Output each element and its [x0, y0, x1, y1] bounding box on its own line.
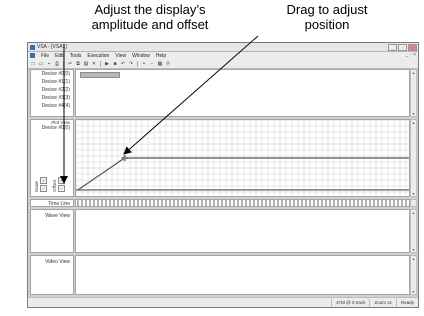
app-icon [30, 44, 35, 50]
timeline-scrollbar[interactable] [410, 199, 417, 207]
toolbar-separator [100, 60, 101, 67]
scroll-up-icon[interactable]: ▴ [411, 256, 416, 261]
window-controls: _ ▫ × [388, 44, 417, 51]
device-item[interactable]: Device #3(3) [31, 94, 73, 102]
device-item[interactable]: Device #0(0) [31, 70, 73, 78]
menu-window[interactable]: Window [132, 53, 150, 59]
redo-icon[interactable]: ↷ [128, 61, 134, 67]
timeline-panel: Time Line [30, 199, 74, 207]
plot-svg[interactable] [75, 119, 413, 196]
scale-label: Scale [34, 180, 39, 192]
status-state: Ready [395, 298, 418, 307]
scale-down-button[interactable]: − [40, 185, 47, 192]
close-icon[interactable]: × [408, 44, 417, 51]
toolbar: □ ▭ ▪ ⎙ ✂ ⧉ ▤ ✕ ▶ ■ ↶ ↷ + − ▦ ⚲ [28, 59, 418, 69]
menu-execution[interactable]: Execution [87, 53, 109, 59]
menu-bar: File Edit Tools Execution View Window He… [28, 52, 418, 59]
scroll-up-icon[interactable]: ▴ [411, 210, 416, 215]
plot-view-device: Device #0(0) [41, 125, 70, 131]
ruler-svg [77, 200, 411, 206]
menu-file[interactable]: File [41, 53, 49, 59]
scale-up-button[interactable]: + [40, 177, 47, 184]
plot-view-panel: Plot View Device #0(0) Scale + − Offset … [30, 119, 74, 197]
maximize-icon[interactable]: ▫ [398, 44, 407, 51]
save-icon[interactable]: ▪ [46, 61, 52, 67]
device-scrollbar[interactable]: ▴ ▾ [410, 69, 417, 117]
wave-view-canvas[interactable] [75, 209, 410, 253]
delete-icon[interactable]: ✕ [91, 61, 97, 67]
new-icon[interactable]: □ [30, 61, 36, 67]
plot-scrollbar[interactable]: ▴ ▾ [410, 119, 417, 197]
minimize-icon[interactable]: _ [388, 44, 397, 51]
zoom-in-icon[interactable]: + [141, 61, 147, 67]
cut-icon[interactable]: ✂ [67, 61, 73, 67]
scroll-down-icon[interactable]: ▾ [411, 289, 416, 294]
video-scrollbar[interactable]: ▴ ▾ [410, 255, 417, 295]
zoom-out-icon[interactable]: − [149, 61, 155, 67]
offset-label: Offset [52, 180, 57, 192]
app-window: VSA - [VSA1] _ ▫ × File Edit Tools Execu… [27, 42, 419, 308]
open-icon[interactable]: ▭ [38, 61, 44, 67]
offset-down-button[interactable]: − [58, 185, 65, 192]
scroll-down-icon[interactable]: ▾ [411, 191, 416, 196]
device-item[interactable]: Device #2(2) [31, 86, 73, 94]
scale-control: Scale + − [34, 177, 47, 192]
callout-right-line1: Drag to adjust [286, 2, 368, 17]
paste-icon[interactable]: ▤ [83, 61, 89, 67]
callout-amplitude-offset: Adjust the display’s amplitude and offse… [60, 2, 240, 32]
timeline-ruler[interactable] [75, 199, 411, 207]
play-icon[interactable]: ▶ [104, 61, 110, 67]
pin-icon[interactable]: ⚲ [165, 61, 171, 67]
scroll-down-icon[interactable]: ▾ [411, 111, 416, 116]
plot-view-canvas[interactable] [75, 119, 413, 197]
device-event-bar[interactable] [80, 72, 120, 78]
menu-help[interactable]: Help [156, 53, 166, 59]
toolbar-separator [63, 60, 64, 67]
device-list: Device #0(0) Device #1(1) Device #2(2) D… [30, 69, 74, 117]
title-bar[interactable]: VSA - [VSA1] _ ▫ × [28, 43, 418, 52]
scroll-up-icon[interactable]: ▴ [411, 70, 416, 75]
menu-edit[interactable]: Edit [55, 53, 64, 59]
print-icon[interactable]: ⎙ [54, 61, 60, 67]
status-bar: 47M @ 0 track Zoom x1 Ready [28, 297, 418, 307]
device-timeline[interactable] [75, 69, 410, 117]
callout-left-line1: Adjust the display’s [94, 2, 206, 17]
video-view-label: Video View [45, 259, 70, 265]
stop-icon[interactable]: ■ [112, 61, 118, 67]
window-title: VSA - [VSA1] [37, 44, 67, 50]
scroll-down-icon[interactable]: ▾ [411, 247, 416, 252]
video-view-panel: Video View [30, 255, 74, 295]
wave-view-panel: Wave View [30, 209, 74, 253]
status-memory: 47M @ 0 track [331, 298, 369, 307]
video-view-canvas[interactable] [75, 255, 410, 295]
toolbar-separator [137, 60, 138, 67]
drag-handle-dot[interactable] [123, 156, 127, 160]
device-item[interactable]: Device #1(1) [31, 78, 73, 86]
offset-up-button[interactable]: + [58, 177, 65, 184]
copy-icon[interactable]: ⧉ [75, 61, 81, 67]
undo-icon[interactable]: ↶ [120, 61, 126, 67]
chart-icon[interactable]: ▦ [157, 61, 163, 67]
document-icon [30, 53, 35, 58]
callout-left-line2: amplitude and offset [91, 17, 209, 32]
device-item[interactable]: Device #4(4) [31, 102, 73, 110]
callout-drag-position: Drag to adjust position [252, 2, 402, 32]
scroll-up-icon[interactable]: ▴ [411, 120, 416, 125]
callout-right-line2: position [304, 17, 350, 32]
mdi-controls[interactable]: _ ▫ × [406, 52, 416, 58]
workspace: Device #0(0) Device #1(1) Device #2(2) D… [28, 69, 418, 303]
offset-control: Offset + − [52, 177, 65, 192]
menu-tools[interactable]: Tools [70, 53, 82, 59]
wave-scrollbar[interactable]: ▴ ▾ [410, 209, 417, 253]
timeline-label: Time Line [48, 201, 70, 207]
menu-view[interactable]: View [115, 53, 126, 59]
wave-view-label: Wave View [45, 213, 70, 219]
status-zoom: Zoom x1 [369, 298, 396, 307]
